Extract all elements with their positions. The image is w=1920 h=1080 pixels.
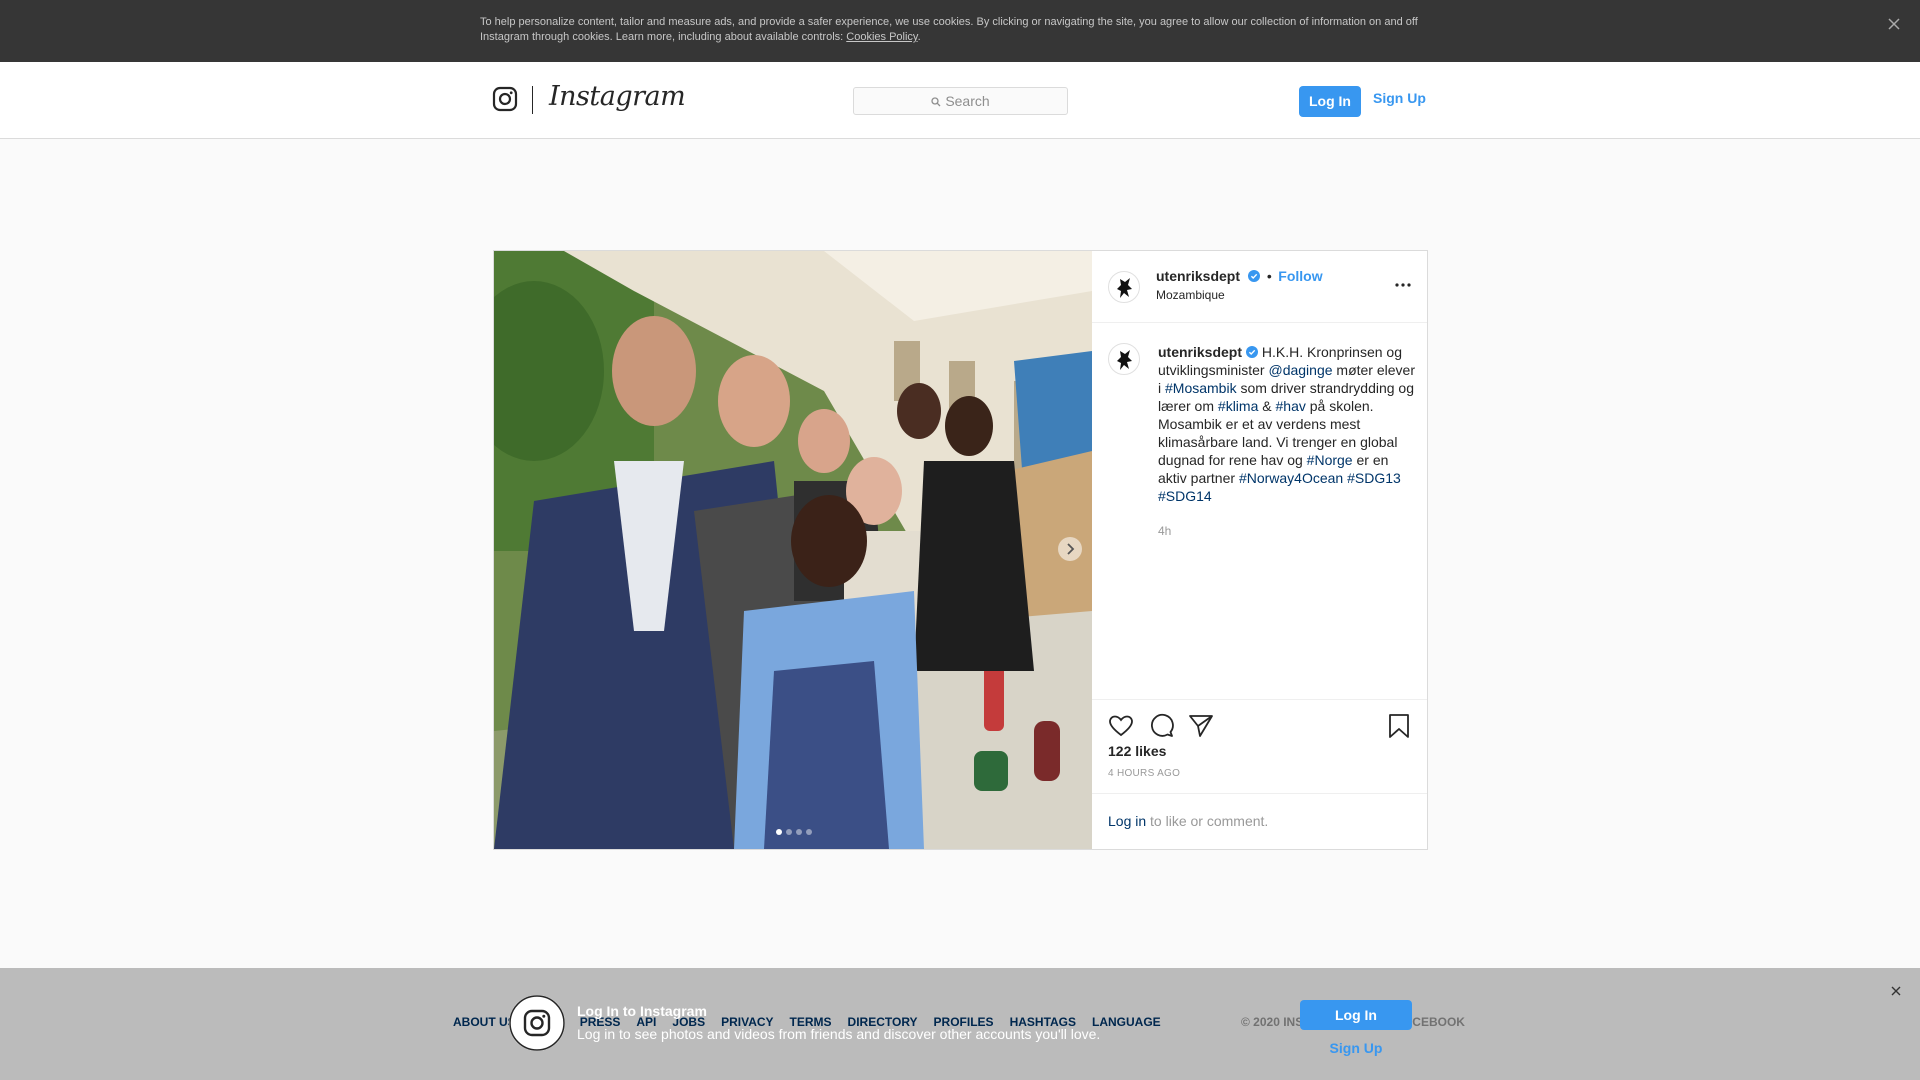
caption-avatar[interactable] [1108,343,1140,375]
hashtag-link[interactable]: #SDG14 [1158,488,1212,504]
lion-crest-icon [1117,278,1132,298]
header-name-row: utenriksdept • Follow [1156,268,1323,286]
instagram-glyph-icon[interactable] [492,86,518,112]
close-icon[interactable] [1884,14,1904,34]
search-icon [931,97,941,107]
login-to-comment: Log in to like or comment. [1092,793,1427,849]
cookie-text-body: To help personalize content, tailor and … [480,16,1418,43]
caption-body: H.K.H. Kronprinsen og utviklingsminister… [1158,344,1415,504]
search-placeholder: Search [854,93,1067,109]
login-bottom-bar [0,968,1920,1080]
bottom-bar-title: Log In to Instagram [577,1003,707,1019]
bullet-separator: • [1266,268,1272,284]
heart-icon[interactable] [1108,713,1134,739]
carousel-dot [786,829,792,835]
post-username[interactable]: utenriksdept [1156,268,1240,284]
caption-timestamp[interactable]: 4h [1158,524,1171,538]
hashtag-link[interactable]: #Mosambik [1165,380,1237,396]
hashtag-link[interactable]: #Norge [1307,452,1353,468]
carousel-indicator [776,829,812,835]
post-actions: 122 likes 4 HOURS AGO Log in to like or … [1092,699,1427,849]
bottom-signup-link[interactable]: Sign Up [1300,1040,1412,1056]
cookie-banner: To help personalize content, tailor and … [0,0,1920,62]
verified-icon [1246,346,1259,358]
search-input[interactable]: Search [853,87,1068,115]
hashtag-link[interactable]: #SDG13 [1347,470,1401,486]
bottom-bar-subtitle: Log in to see photos and videos from fri… [577,1026,1101,1042]
caption-username[interactable]: utenriksdept [1158,344,1242,360]
cookie-text-trailing: . [917,31,921,43]
hashtag-link[interactable]: #Norway4Ocean [1239,470,1343,486]
carousel-dot [776,829,782,835]
post-sidebar: utenriksdept • Follow Mozambique utenrik… [1092,251,1427,849]
search-placeholder-text: Search [945,93,990,109]
cookie-text: To help personalize content, tailor and … [480,15,1420,45]
carousel-dot [796,829,802,835]
carousel-dot [806,829,812,835]
share-icon[interactable] [1188,713,1214,739]
chevron-right-icon [1067,543,1075,555]
instagram-glyph-icon [509,995,565,1051]
post-header: utenriksdept • Follow Mozambique [1092,251,1427,323]
next-photo-button[interactable] [1058,537,1082,561]
close-icon-graphic [1891,986,1901,996]
post-photo[interactable] [494,251,1092,849]
login-prompt: Log in to like or comment. [1108,813,1268,829]
more-icon-graphic [1395,283,1411,287]
likes-count[interactable]: 122 likes [1108,743,1166,759]
follow-button[interactable]: Follow [1278,268,1322,284]
logo-divider [532,86,533,114]
lion-crest-icon [1117,350,1132,370]
bookmark-icon[interactable] [1386,713,1412,739]
signup-link[interactable]: Sign Up [1373,86,1426,117]
photo-illustration [494,251,1092,849]
hashtag-link[interactable]: #klima [1218,398,1258,414]
close-icon[interactable] [1886,982,1906,1002]
verified-icon [1248,270,1261,282]
login-prompt-text: to like or comment. [1146,813,1269,829]
hashtag-link[interactable]: #hav [1276,398,1306,414]
post-time-ago[interactable]: 4 HOURS AGO [1108,768,1180,779]
caption-text: & [1258,398,1276,414]
close-icon-graphic [1888,18,1900,30]
more-icon[interactable] [1393,279,1413,289]
avatar[interactable] [1108,271,1140,303]
top-navigation: Instagram Search Log In Sign Up [0,62,1920,139]
post-location[interactable]: Mozambique [1156,288,1225,302]
bottom-login-button[interactable]: Log In [1300,1000,1412,1030]
login-button[interactable]: Log In [1299,86,1361,117]
instagram-wordmark[interactable]: Instagram [549,81,686,112]
post-caption: utenriksdept H.K.H. Kronprinsen og utvik… [1158,343,1416,505]
caption-section: utenriksdept H.K.H. Kronprinsen og utvik… [1092,323,1427,609]
mention-link[interactable]: @daginge [1268,362,1332,378]
login-link[interactable]: Log in [1108,813,1146,829]
comment-icon[interactable] [1148,713,1174,739]
post-card: utenriksdept • Follow Mozambique utenrik… [493,250,1428,850]
cookies-policy-link[interactable]: Cookies Policy [846,31,917,43]
